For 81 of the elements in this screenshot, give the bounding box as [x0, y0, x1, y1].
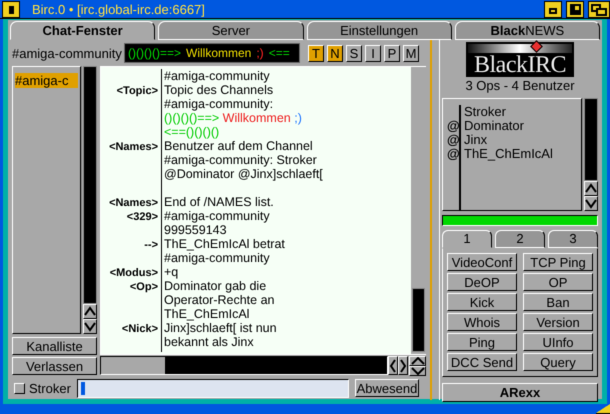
scrollbar[interactable] — [100, 356, 388, 375]
message-text: #amiga-community — [164, 69, 270, 83]
message-text: Operator-Rechte an — [164, 293, 274, 307]
message-prefix: <Nick> — [122, 323, 158, 335]
close-gadget[interactable] — [2, 0, 20, 18]
message-text: Dominator gab die — [164, 279, 266, 293]
action-button[interactable]: Whois — [447, 313, 517, 331]
action-button[interactable]: Query — [523, 353, 593, 371]
scroll-left-icon[interactable] — [388, 356, 398, 375]
away-button[interactable]: Abwesend — [355, 379, 419, 397]
message-text: +q — [164, 265, 178, 279]
zoom-gadget[interactable] — [544, 0, 562, 18]
channel-button[interactable]: Verlassen — [12, 357, 97, 375]
message-text: @Dominator @Jinx]schlaeft[ — [164, 167, 323, 181]
topic-bar: ()()()()==> Willkommen ;) <== — [124, 43, 300, 63]
mode-toggle[interactable]: N — [327, 44, 343, 62]
message-text: #amiga-community: — [164, 97, 274, 111]
arexx-button[interactable]: ARexx — [442, 383, 598, 402]
message-text: Benutzer auf dem Channel — [164, 139, 313, 153]
message-text: #amiga-community — [164, 251, 270, 265]
action-button[interactable]: Kick — [447, 293, 517, 311]
tab[interactable]: Server — [158, 21, 304, 40]
nick-label: Stroker — [29, 380, 72, 396]
action-button[interactable]: Version — [523, 313, 593, 331]
tab[interactable]: Einstellungen — [306, 21, 452, 40]
op-mark: @ — [447, 132, 460, 147]
user-item[interactable]: Dominator — [464, 118, 524, 133]
scroll-right-icon[interactable] — [398, 356, 408, 375]
message-text: bekannt als Jinx — [164, 335, 254, 349]
message-text: ThE_ChEmIcAl — [164, 307, 250, 321]
message-prefix: --> — [144, 239, 158, 251]
tab[interactable]: 3 — [548, 230, 598, 248]
user-item[interactable]: Jinx — [464, 132, 488, 147]
message-text: Topic des Channels — [164, 83, 274, 97]
action-button[interactable]: DeOP — [447, 273, 517, 291]
message-prefix: <Names> — [109, 197, 158, 209]
user-count: 3 Ops - 4 Benutzer — [464, 78, 576, 94]
message-prefix: <Names> — [109, 141, 158, 153]
message-text: End of /NAMES list. — [164, 195, 274, 209]
message-text: #amiga-community — [164, 209, 270, 223]
input-field[interactable] — [77, 378, 349, 398]
message-prefix: <Modus> — [110, 267, 158, 279]
message-text: 999559143 — [164, 223, 227, 237]
mode-toggle[interactable]: T — [308, 44, 324, 62]
tab[interactable]: 1 — [442, 230, 492, 248]
tab[interactable]: 2 — [495, 230, 545, 248]
message-text: ThE_ChEmIcAl betrat — [164, 237, 285, 251]
mode-toggle[interactable]: S — [346, 44, 362, 62]
mode-toggle[interactable]: M — [403, 44, 419, 62]
message-text: <==()()()() — [164, 125, 220, 139]
iconify-gadget[interactable] — [566, 0, 584, 18]
action-button[interactable]: OP — [523, 273, 593, 291]
action-button[interactable]: UInfo — [523, 333, 593, 351]
action-button[interactable]: Ban — [523, 293, 593, 311]
message-prefix: <Op> — [130, 281, 158, 293]
action-button[interactable]: DCC Send — [447, 353, 517, 371]
window-title: Birc.0 • [irc.global-irc.de:6667] — [32, 2, 205, 16]
mode-toggle[interactable]: P — [384, 44, 400, 62]
action-button[interactable]: VideoConf — [447, 253, 517, 271]
depth-gadget[interactable] — [588, 0, 610, 18]
message-prefix: <329> — [126, 211, 158, 223]
message-text: ()()()()==> Willkommen ;) — [164, 111, 302, 125]
channel-item[interactable]: #amiga-c — [15, 73, 78, 88]
tab[interactable]: BlackNEWS — [454, 21, 600, 40]
resize-gadget[interactable] — [596, 404, 610, 414]
op-mark: @ — [447, 146, 460, 161]
scroll-up-icon[interactable] — [409, 356, 426, 366]
scroll-down-icon[interactable] — [409, 366, 426, 376]
tab[interactable]: Chat-Fenster — [10, 21, 156, 40]
user-item[interactable]: Stroker — [464, 104, 506, 119]
message-prefix: <Topic> — [116, 85, 158, 97]
channel-button[interactable]: Kanalliste — [12, 337, 97, 355]
logo: BlackIRC — [466, 42, 574, 77]
checkbox[interactable] — [14, 382, 25, 394]
action-button[interactable]: Ping — [447, 333, 517, 351]
message-text: Jinx]schlaeft[ ist nun — [164, 321, 277, 335]
mode-toggle[interactable]: I — [365, 44, 381, 62]
op-mark: @ — [447, 118, 460, 133]
action-button[interactable]: TCP Ping — [523, 253, 593, 271]
user-item[interactable]: ThE_ChEmIcAl — [464, 146, 553, 161]
message-text: #amiga-community: Stroker — [164, 153, 317, 167]
